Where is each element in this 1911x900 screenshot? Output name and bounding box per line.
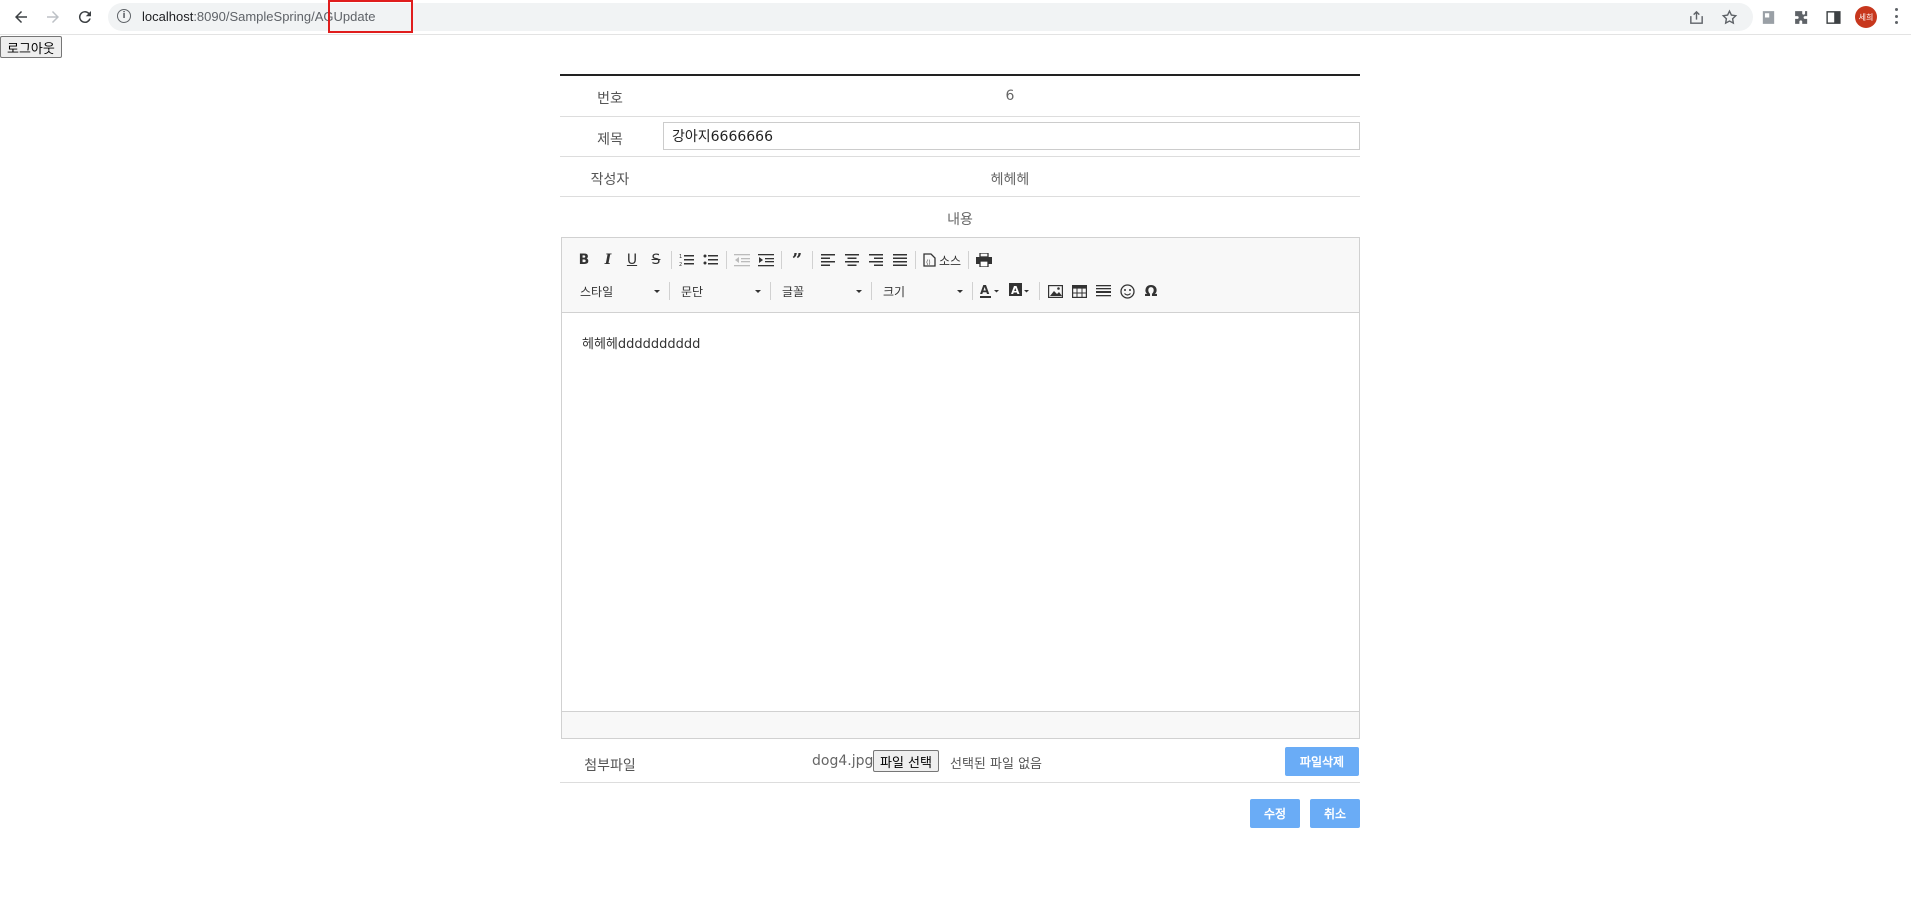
font-select-label: 글꼴 bbox=[782, 284, 805, 299]
toolbar-separator bbox=[972, 282, 973, 300]
extensions-puzzle-icon[interactable] bbox=[1791, 7, 1811, 27]
title-row: 제목 bbox=[560, 117, 1360, 157]
font-select[interactable]: 글꼴 bbox=[774, 279, 868, 303]
toolbar-separator bbox=[915, 251, 916, 269]
bulleted-list-icon[interactable] bbox=[699, 248, 723, 272]
cancel-button[interactable]: 취소 bbox=[1310, 799, 1360, 828]
strikethrough-icon[interactable]: S bbox=[644, 248, 668, 272]
background-color-icon[interactable]: A bbox=[1006, 279, 1036, 303]
chevron-down-icon bbox=[755, 289, 761, 293]
content-label-row: 내용 bbox=[560, 197, 1360, 236]
content-label: 내용 bbox=[947, 212, 973, 228]
source-icon: ⟨⟩ bbox=[923, 253, 936, 267]
rich-text-editor: B I U S 12 ” ⟨⟩ 소스 스타일 문단 글꼴 크기 A A Ω 헤헤… bbox=[561, 237, 1360, 739]
browser-menu-icon[interactable] bbox=[1894, 8, 1898, 24]
svg-text:A: A bbox=[1011, 284, 1020, 297]
profile-avatar[interactable]: 세희 bbox=[1855, 6, 1877, 28]
svg-text:⟨⟩: ⟨⟩ bbox=[926, 259, 931, 266]
svg-text:2: 2 bbox=[679, 262, 682, 267]
chevron-down-icon bbox=[654, 289, 660, 293]
writer-value: 헤헤헤 bbox=[990, 172, 1030, 188]
size-select[interactable]: 크기 bbox=[875, 279, 969, 303]
toolbar-separator bbox=[871, 282, 872, 300]
emoticon-icon[interactable] bbox=[1115, 279, 1139, 303]
toolbar-separator bbox=[1039, 282, 1040, 300]
source-button[interactable]: ⟨⟩ 소스 bbox=[919, 252, 965, 269]
size-select-label: 크기 bbox=[883, 284, 906, 299]
writer-row: 작성자 헤헤헤 bbox=[560, 157, 1360, 197]
print-icon[interactable] bbox=[972, 248, 996, 272]
title-input[interactable] bbox=[663, 122, 1360, 150]
site-info-icon[interactable]: i bbox=[117, 9, 131, 23]
indent-icon[interactable] bbox=[754, 248, 778, 272]
toolbar-separator bbox=[726, 251, 727, 269]
forward-icon[interactable] bbox=[41, 5, 65, 29]
reload-icon[interactable] bbox=[73, 5, 97, 29]
chevron-down-icon bbox=[856, 289, 862, 293]
outdent-icon[interactable] bbox=[730, 248, 754, 272]
toolbar-separator bbox=[770, 282, 771, 300]
toolbar-row-1: B I U S 12 ” ⟨⟩ 소스 bbox=[572, 248, 996, 272]
horizontal-line-icon[interactable] bbox=[1091, 279, 1115, 303]
back-icon[interactable] bbox=[9, 5, 33, 29]
italic-icon[interactable]: I bbox=[596, 248, 620, 272]
submit-edit-button[interactable]: 수정 bbox=[1250, 799, 1300, 828]
editor-status-bar bbox=[562, 711, 1359, 738]
toolbar-separator bbox=[669, 282, 670, 300]
side-panel-icon[interactable] bbox=[1823, 7, 1843, 27]
toolbar-separator bbox=[671, 251, 672, 269]
align-right-icon[interactable] bbox=[864, 248, 888, 272]
attachment-label: 첨부파일 bbox=[584, 758, 636, 774]
writer-label: 작성자 bbox=[590, 172, 630, 188]
text-color-icon[interactable]: A bbox=[976, 279, 1006, 303]
title-label: 제목 bbox=[597, 132, 623, 148]
number-label: 번호 bbox=[597, 91, 623, 107]
editor-content-area[interactable]: 헤헤헤dddddddddd bbox=[562, 313, 1359, 712]
current-file-name: dog4.jpg bbox=[812, 753, 874, 769]
share-icon[interactable] bbox=[1686, 7, 1706, 27]
style-select-label: 스타일 bbox=[580, 284, 614, 299]
special-character-icon[interactable]: Ω bbox=[1139, 279, 1163, 303]
style-select[interactable]: 스타일 bbox=[572, 279, 666, 303]
numbered-list-icon[interactable]: 12 bbox=[675, 248, 699, 272]
toolbar-separator bbox=[812, 251, 813, 269]
source-label: 소스 bbox=[939, 253, 962, 268]
underline-icon[interactable]: U bbox=[620, 248, 644, 272]
blockquote-icon[interactable]: ” bbox=[785, 248, 809, 272]
svg-text:A: A bbox=[980, 283, 990, 297]
align-left-icon[interactable] bbox=[816, 248, 840, 272]
align-center-icon[interactable] bbox=[840, 248, 864, 272]
browser-toolbar: i localhost:8090/SampleSpring/AGUpdate 세… bbox=[0, 0, 1911, 35]
image-icon[interactable] bbox=[1043, 279, 1067, 303]
attachment-row: 첨부파일 dog4.jpg 파일 선택 선택된 파일 없음 파일삭제 bbox=[560, 742, 1360, 783]
choose-file-button[interactable]: 파일 선택 bbox=[873, 750, 939, 772]
logout-button[interactable]: 로그아웃 bbox=[0, 36, 62, 58]
editor-toolbar: B I U S 12 ” ⟨⟩ 소스 스타일 문단 글꼴 크기 A A Ω bbox=[562, 238, 1359, 313]
toolbar-separator bbox=[968, 251, 970, 269]
number-row: 번호 6 bbox=[560, 74, 1360, 117]
bold-icon[interactable]: B bbox=[572, 248, 596, 272]
toolbar-separator bbox=[781, 251, 782, 269]
extension-app-icon[interactable] bbox=[1758, 7, 1778, 27]
toolbar-row-2: 스타일 문단 글꼴 크기 A A Ω bbox=[572, 279, 1163, 303]
number-value: 6 bbox=[1005, 88, 1015, 104]
highlight-box bbox=[328, 0, 413, 33]
format-select[interactable]: 문단 bbox=[673, 279, 767, 303]
align-justify-icon[interactable] bbox=[888, 248, 912, 272]
bookmark-star-icon[interactable] bbox=[1719, 7, 1739, 27]
chevron-down-icon bbox=[957, 289, 963, 293]
format-select-label: 문단 bbox=[681, 284, 704, 299]
delete-file-button[interactable]: 파일삭제 bbox=[1285, 747, 1359, 776]
no-file-selected-text: 선택된 파일 없음 bbox=[950, 757, 1042, 772]
svg-text:1: 1 bbox=[679, 254, 682, 260]
board-form: 번호 6 제목 작성자 헤헤헤 내용 bbox=[560, 74, 1360, 236]
table-icon[interactable] bbox=[1067, 279, 1091, 303]
